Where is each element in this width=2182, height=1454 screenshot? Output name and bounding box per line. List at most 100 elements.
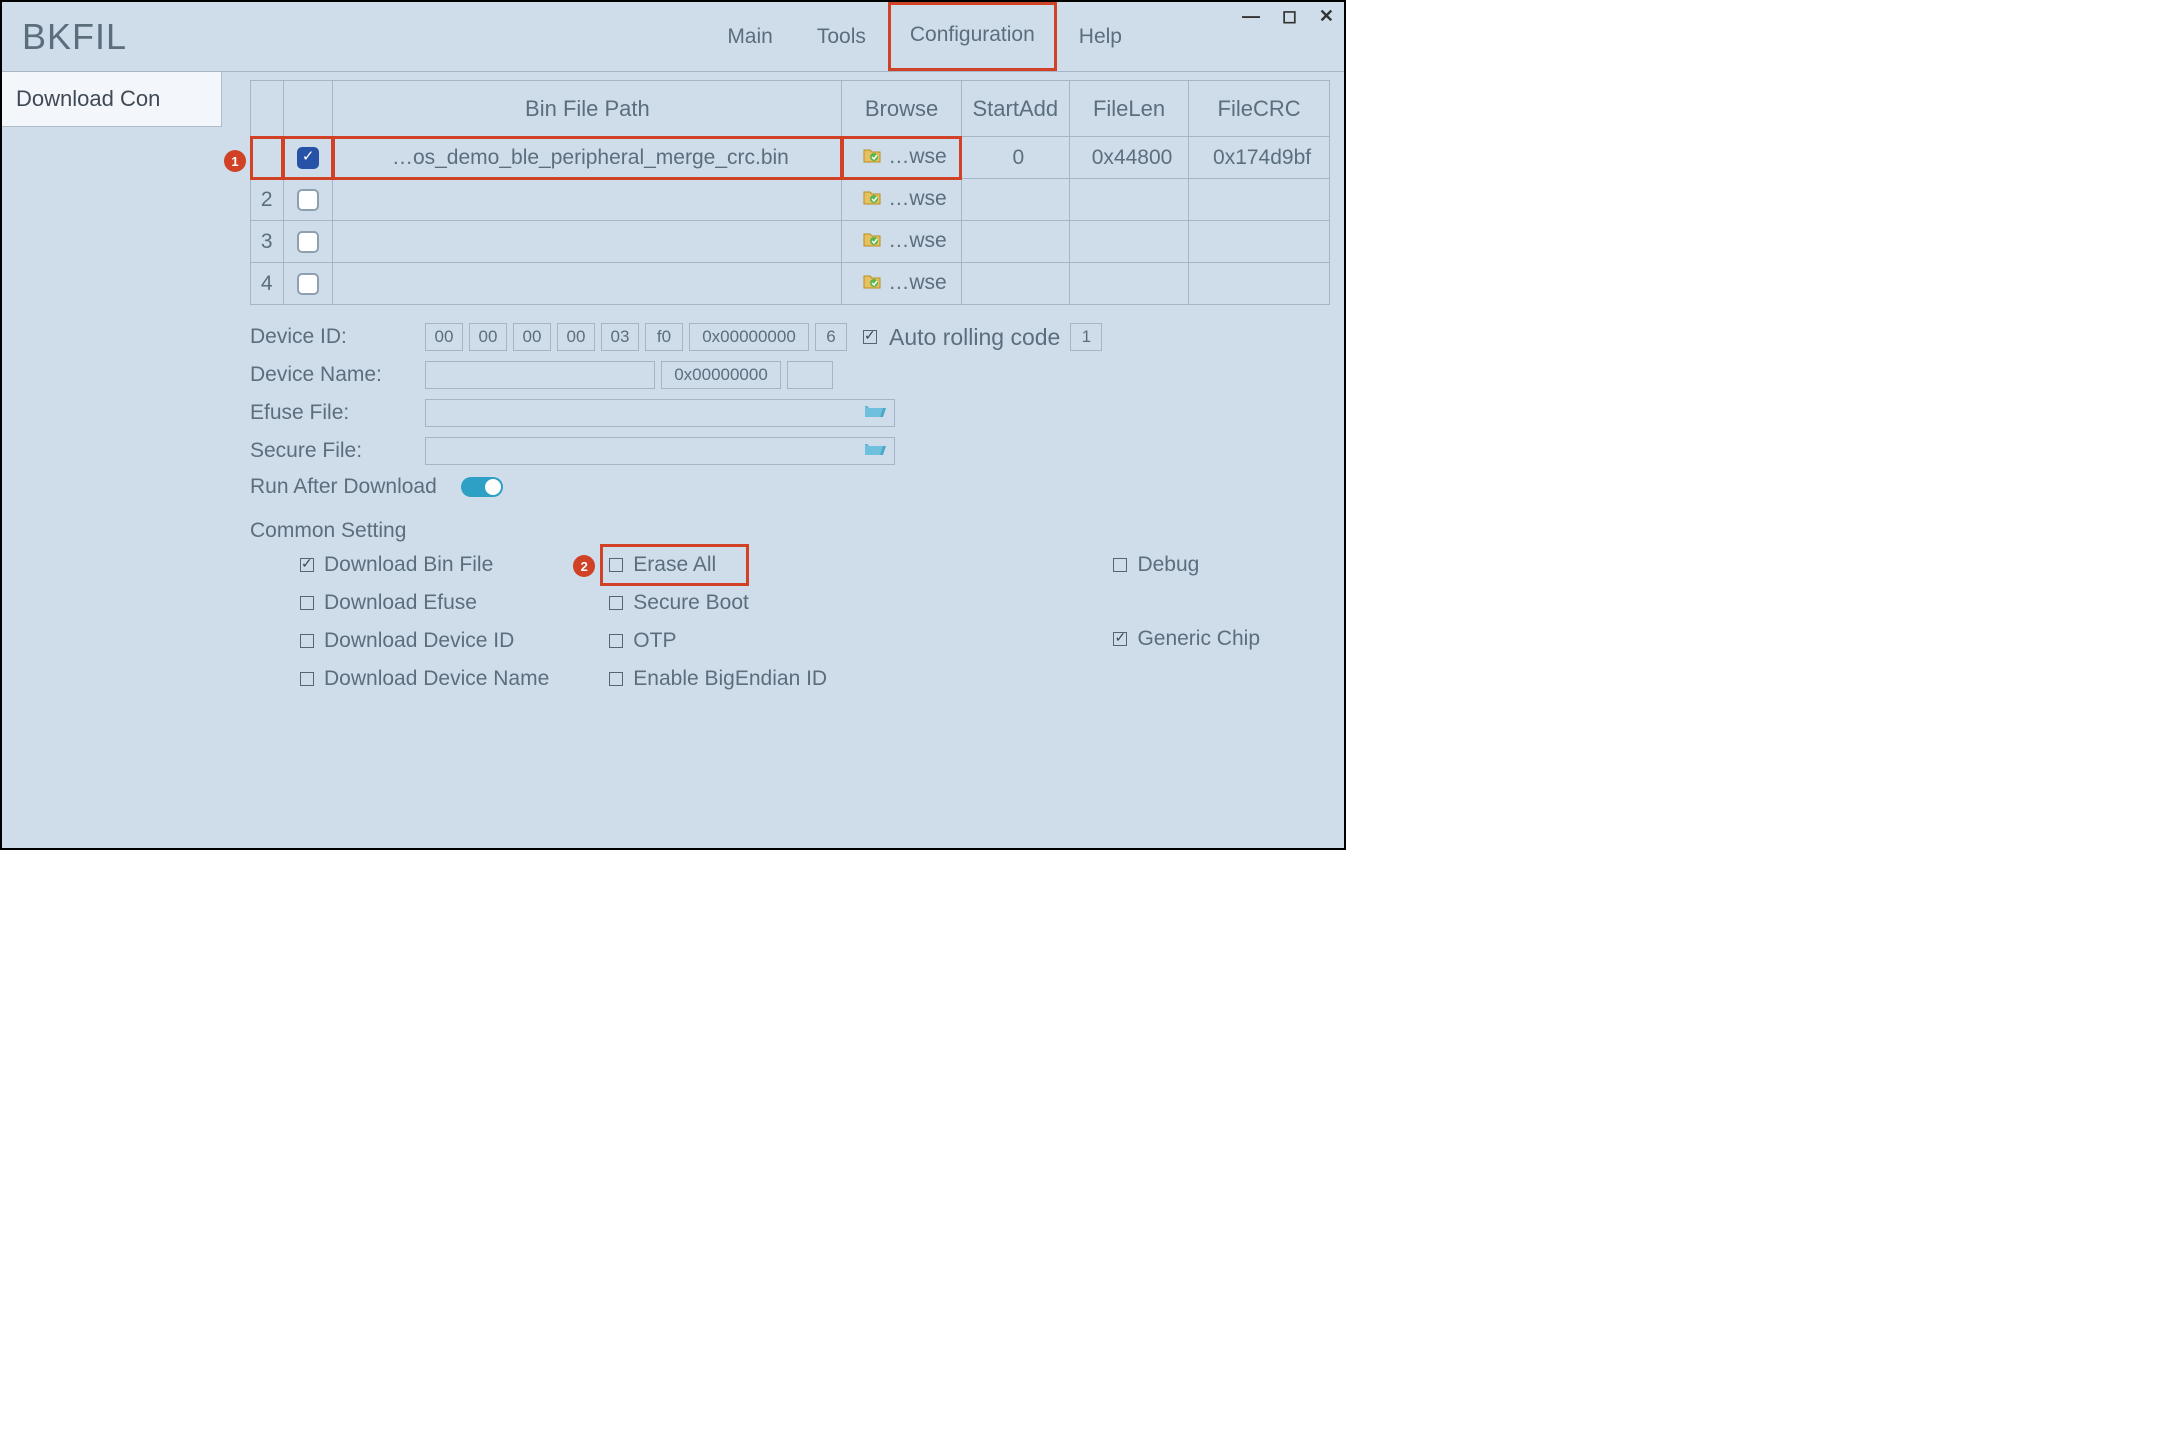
titlebar: BKFIL Main Tools Configuration Help — ◻ … <box>2 2 1344 72</box>
device-id-1[interactable] <box>469 323 507 351</box>
main-menu: Main Tools Configuration Help <box>705 2 1144 71</box>
device-id-ext[interactable] <box>689 323 809 351</box>
debug-option[interactable]: Debug <box>1113 553 1260 577</box>
enable-bigendian-id-option[interactable]: Enable BigEndian ID <box>609 667 827 691</box>
otp-option[interactable]: OTP <box>609 629 827 653</box>
file-crc-cell <box>1189 263 1330 305</box>
maximize-button[interactable]: ◻ <box>1278 6 1301 27</box>
table-row: 4 …wse <box>251 263 1330 305</box>
row-number: 4 <box>251 263 284 305</box>
row-number: 3 <box>251 221 284 263</box>
efuse-file-input[interactable] <box>425 399 895 427</box>
checkbox-icon <box>1113 632 1127 646</box>
window-controls: — ◻ ✕ <box>1238 6 1338 27</box>
device-id-last[interactable] <box>815 323 847 351</box>
menu-help[interactable]: Help <box>1057 2 1144 71</box>
secure-file-input[interactable] <box>425 437 895 465</box>
bin-file-path-cell[interactable]: …os_demo_ble_peripheral_merge_crc.bin <box>333 137 842 179</box>
menu-configuration[interactable]: Configuration <box>888 2 1057 71</box>
row-number <box>251 137 284 179</box>
secure-boot-option[interactable]: Secure Boot <box>609 591 827 615</box>
file-table: Bin File Path Browse StartAdd FileLen Fi… <box>250 80 1330 305</box>
close-button[interactable]: ✕ <box>1315 6 1338 27</box>
device-name-hex[interactable] <box>661 361 781 389</box>
start-addr-cell[interactable] <box>961 263 1069 305</box>
checkbox-icon <box>609 672 623 686</box>
browse-cell[interactable]: …wse <box>842 263 961 305</box>
erase-all-option[interactable]: Erase All <box>603 547 746 583</box>
file-len-cell <box>1069 179 1188 221</box>
row-number: 2 <box>251 179 284 221</box>
device-id-2[interactable] <box>513 323 551 351</box>
checkbox-icon <box>609 558 623 572</box>
generic-chip-option[interactable]: Generic Chip <box>1113 627 1260 651</box>
auto-rolling-checkbox[interactable] <box>863 330 877 344</box>
checkbox-icon <box>609 596 623 610</box>
checkbox-icon <box>297 189 319 211</box>
run-after-download-label: Run After Download <box>250 475 437 499</box>
row-enable-cell[interactable] <box>283 137 333 179</box>
open-folder-icon[interactable] <box>864 403 886 424</box>
col-header-path: Bin File Path <box>333 81 842 137</box>
col-header-start: StartAdd <box>961 81 1069 137</box>
app-logo: BKFIL <box>22 16 127 58</box>
start-addr-cell[interactable] <box>961 179 1069 221</box>
folder-icon <box>862 188 884 212</box>
auto-rolling-val[interactable] <box>1070 323 1102 351</box>
device-id-3[interactable] <box>557 323 595 351</box>
device-id-5[interactable] <box>645 323 683 351</box>
checkbox-icon <box>300 558 314 572</box>
device-id-label: Device ID: <box>250 325 425 349</box>
checkbox-icon <box>297 231 319 253</box>
file-crc-cell <box>1189 179 1330 221</box>
main-panel: Bin File Path Browse StartAdd FileLen Fi… <box>222 72 1344 848</box>
auto-rolling-label: Auto rolling code <box>889 324 1060 351</box>
start-addr-cell[interactable]: 0 <box>961 137 1069 179</box>
download-device-id-option[interactable]: Download Device ID <box>300 629 549 653</box>
run-after-download-toggle[interactable] <box>461 477 503 497</box>
device-id-0[interactable] <box>425 323 463 351</box>
open-folder-icon[interactable] <box>864 441 886 462</box>
browse-cell[interactable]: …wse <box>842 179 961 221</box>
folder-icon <box>862 230 884 254</box>
checkbox-icon <box>300 634 314 648</box>
checkbox-icon <box>1113 558 1127 572</box>
row-enable-cell[interactable] <box>283 221 333 263</box>
col-header-enable <box>283 81 333 137</box>
col-header-browse: Browse <box>842 81 961 137</box>
file-crc-cell: 0x174d9bf <box>1189 137 1330 179</box>
start-addr-cell[interactable] <box>961 221 1069 263</box>
menu-tools[interactable]: Tools <box>795 2 888 71</box>
callout-2: 2 <box>573 555 595 577</box>
minimize-button[interactable]: — <box>1238 6 1264 27</box>
download-efuse-option[interactable]: Download Efuse <box>300 591 549 615</box>
bin-file-path-cell[interactable] <box>333 263 842 305</box>
file-len-cell: 0x44800 <box>1069 137 1188 179</box>
sidebar-tab-download-config[interactable]: Download Con <box>2 72 222 127</box>
row-enable-cell[interactable] <box>283 179 333 221</box>
download-device-name-option[interactable]: Download Device Name <box>300 667 549 691</box>
bin-file-path-cell[interactable] <box>333 221 842 263</box>
col-header-indicator <box>251 81 284 137</box>
device-name-label: Device Name: <box>250 363 425 387</box>
checkbox-icon <box>609 634 623 648</box>
efuse-file-label: Efuse File: <box>250 401 425 425</box>
checkbox-icon <box>297 147 319 169</box>
callout-1: 1 <box>224 150 246 172</box>
secure-file-label: Secure File: <box>250 439 425 463</box>
download-bin-file-option[interactable]: Download Bin File <box>300 553 549 577</box>
device-name-extra[interactable] <box>787 361 833 389</box>
browse-cell[interactable]: …wse <box>842 221 961 263</box>
col-header-crc: FileCRC <box>1189 81 1330 137</box>
folder-icon <box>862 272 884 296</box>
file-crc-cell <box>1189 221 1330 263</box>
table-row: 2 …wse <box>251 179 1330 221</box>
table-row: …os_demo_ble_peripheral_merge_crc.bin…ws… <box>251 137 1330 179</box>
device-id-4[interactable] <box>601 323 639 351</box>
menu-main[interactable]: Main <box>705 2 795 71</box>
device-name-input[interactable] <box>425 361 655 389</box>
browse-cell[interactable]: …wse <box>842 137 961 179</box>
row-enable-cell[interactable] <box>283 263 333 305</box>
file-len-cell <box>1069 221 1188 263</box>
bin-file-path-cell[interactable] <box>333 179 842 221</box>
